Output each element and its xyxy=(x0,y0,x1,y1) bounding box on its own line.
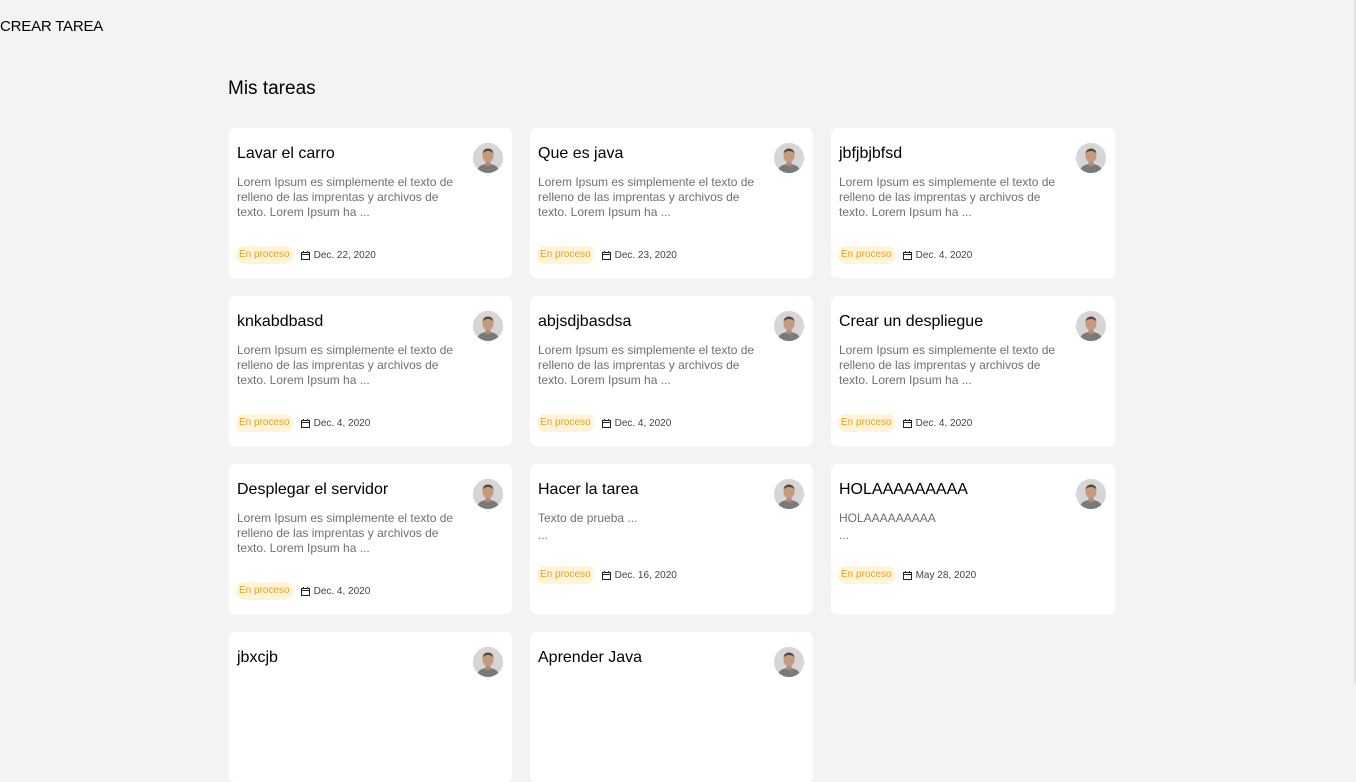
user-avatar xyxy=(774,479,804,509)
task-card[interactable]: jbfjbjbfsd Lorem Ipsum es simplemente el… xyxy=(831,128,1115,278)
task-card[interactable]: Lavar el carro Lorem Ipsum es simplement… xyxy=(229,128,512,278)
task-title: HOLAAAAAAAAA xyxy=(839,481,968,498)
task-date: Dec. 16, 2020 xyxy=(601,569,677,581)
task-date-text: Dec. 4, 2020 xyxy=(915,417,973,429)
task-description: Lorem Ipsum es simplemente el texto de r… xyxy=(237,511,454,555)
task-date: Dec. 23, 2020 xyxy=(601,249,677,261)
task-card[interactable]: knkabdbasd Lorem Ipsum es simplemente el… xyxy=(229,296,512,446)
page-title: Mis tareas xyxy=(228,78,316,99)
task-date: Dec. 4, 2020 xyxy=(300,585,371,597)
task-title: Crear un despliegue xyxy=(839,313,984,330)
task-description: Lorem Ipsum es simplemente el texto de r… xyxy=(237,343,454,387)
task-description: Lorem Ipsum es simplemente el texto de r… xyxy=(237,175,454,219)
task-date-text: Dec. 22, 2020 xyxy=(313,249,376,261)
status-badge: En proceso xyxy=(537,566,594,584)
task-date: Dec. 22, 2020 xyxy=(300,249,376,261)
task-date: Dec. 4, 2020 xyxy=(902,249,973,261)
user-avatar xyxy=(473,311,503,341)
status-badge: En proceso xyxy=(838,414,895,432)
task-card[interactable]: Aprender Java xyxy=(530,632,813,782)
calendar-icon xyxy=(902,570,912,580)
user-avatar xyxy=(774,647,804,677)
task-title: Lavar el carro xyxy=(237,145,335,162)
calendar-icon xyxy=(300,250,310,260)
task-card[interactable]: Hacer la tarea Texto de prueba ... ... E… xyxy=(530,464,813,614)
user-avatar xyxy=(473,143,503,173)
task-date-text: Dec. 16, 2020 xyxy=(614,569,677,581)
task-date-text: Dec. 4, 2020 xyxy=(614,417,672,429)
task-date-text: Dec. 4, 2020 xyxy=(915,249,973,261)
user-avatar xyxy=(473,647,503,677)
task-title: Desplegar el servidor xyxy=(237,481,389,498)
create-task-button[interactable]: CREAR TAREA xyxy=(0,18,103,35)
status-badge: En proceso xyxy=(236,414,293,432)
task-date: May 28, 2020 xyxy=(902,569,977,581)
task-description-extra: ... xyxy=(538,528,549,542)
task-description: HOLAAAAAAAAA xyxy=(839,511,936,525)
task-description: Lorem Ipsum es simplemente el texto de r… xyxy=(839,343,1056,387)
task-description-extra: ... xyxy=(839,528,850,542)
task-card[interactable]: Desplegar el servidor Lorem Ipsum es sim… xyxy=(229,464,512,614)
task-title: knkabdbasd xyxy=(237,313,324,330)
task-date: Dec. 4, 2020 xyxy=(902,417,973,429)
task-date-text: Dec. 4, 2020 xyxy=(313,417,371,429)
task-description: Lorem Ipsum es simplemente el texto de r… xyxy=(538,343,755,387)
user-avatar xyxy=(774,311,804,341)
user-avatar xyxy=(774,143,804,173)
calendar-icon xyxy=(300,586,310,596)
task-footer: En proceso Dec. 4, 2020 xyxy=(236,414,370,432)
task-title: jbxcjb xyxy=(237,649,278,666)
task-title: Que es java xyxy=(538,145,624,162)
task-description: Lorem Ipsum es simplemente el texto de r… xyxy=(839,175,1056,219)
task-footer: En proceso Dec. 22, 2020 xyxy=(236,246,376,264)
task-title: Hacer la tarea xyxy=(538,481,639,498)
task-date: Dec. 4, 2020 xyxy=(601,417,672,429)
user-avatar xyxy=(1076,311,1106,341)
task-footer: En proceso Dec. 4, 2020 xyxy=(838,414,972,432)
task-footer: En proceso Dec. 23, 2020 xyxy=(537,246,677,264)
task-card[interactable]: HOLAAAAAAAAA HOLAAAAAAAAA ... En proceso… xyxy=(831,464,1115,614)
status-badge: En proceso xyxy=(838,246,895,264)
task-footer: En proceso May 28, 2020 xyxy=(838,566,976,584)
calendar-icon xyxy=(902,250,912,260)
status-badge: En proceso xyxy=(236,582,293,600)
calendar-icon xyxy=(300,418,310,428)
user-avatar xyxy=(473,479,503,509)
task-footer: En proceso Dec. 4, 2020 xyxy=(236,582,370,600)
status-badge: En proceso xyxy=(838,566,895,584)
user-avatar xyxy=(1076,143,1106,173)
task-title: jbfjbjbfsd xyxy=(839,145,903,162)
status-badge: En proceso xyxy=(537,246,594,264)
task-footer: En proceso Dec. 4, 2020 xyxy=(537,414,671,432)
task-card[interactable]: Que es java Lorem Ipsum es simplemente e… xyxy=(530,128,813,278)
task-date-text: May 28, 2020 xyxy=(915,569,977,581)
task-description: Lorem Ipsum es simplemente el texto de r… xyxy=(538,175,755,219)
status-badge: En proceso xyxy=(236,246,293,264)
calendar-icon xyxy=(902,418,912,428)
task-footer: En proceso Dec. 4, 2020 xyxy=(838,246,972,264)
task-title: abjsdjbasdsa xyxy=(538,313,632,330)
calendar-icon xyxy=(601,250,611,260)
task-card[interactable]: jbxcjb xyxy=(229,632,512,782)
calendar-icon xyxy=(601,570,611,580)
user-avatar xyxy=(1076,479,1106,509)
status-badge: En proceso xyxy=(537,414,594,432)
task-card[interactable]: Crear un despliegue Lorem Ipsum es simpl… xyxy=(831,296,1115,446)
task-footer: En proceso Dec. 16, 2020 xyxy=(537,566,677,584)
task-title: Aprender Java xyxy=(538,649,643,666)
task-date: Dec. 4, 2020 xyxy=(300,417,371,429)
calendar-icon xyxy=(601,418,611,428)
task-date-text: Dec. 4, 2020 xyxy=(313,585,371,597)
task-description: Texto de prueba ... xyxy=(538,511,638,525)
task-card[interactable]: abjsdjbasdsa Lorem Ipsum es simplemente … xyxy=(530,296,813,446)
task-date-text: Dec. 23, 2020 xyxy=(614,249,677,261)
